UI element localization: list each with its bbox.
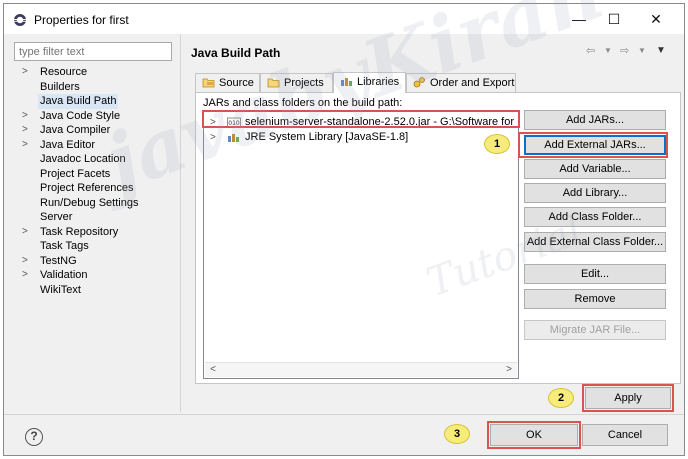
expand-arrow-icon[interactable]: > [22,138,32,153]
callout-step-1: 1 [484,134,510,154]
expand-arrow-icon[interactable]: > [22,268,32,283]
tree-item[interactable]: Project Facets [14,167,179,182]
migrate-jar-button: Migrate JAR File... [524,320,666,340]
expand-arrow-icon[interactable]: > [210,130,216,145]
expand-arrow-icon[interactable]: > [22,65,32,80]
properties-dialog: Properties for first — ☐ ✕ > Resource Buil… [3,0,685,456]
libraries-list[interactable]: > 010 selenium-server-standalone-2.52.0.… [203,111,519,379]
tree-item-label: Java Editor [40,138,96,151]
help-icon[interactable]: ? [25,428,43,446]
tree-item-label: Validation [40,269,88,281]
minimize-button[interactable]: — [564,8,594,30]
scroll-left-icon[interactable]: < [206,363,220,377]
tree-item[interactable]: > TestNG [14,254,179,269]
order-export-icon [413,77,425,88]
jar-file-icon: 010 [227,117,241,128]
scroll-right-icon[interactable]: > [502,363,516,377]
tab-projects[interactable]: Projects [260,73,333,92]
callout-step-3: 3 [444,424,470,444]
close-button[interactable]: ✕ [641,8,671,30]
tree-item-label: Resource [40,66,88,78]
properties-tree: > Resource Builders Java Build Path > Java Co… [14,65,179,297]
horizontal-scrollbar[interactable]: < > [205,362,517,377]
tree-item[interactable]: > Java Code Style [14,109,179,124]
forward-arrow-icon[interactable]: ⇨ [620,44,629,57]
tab-libraries[interactable]: Libraries [333,72,406,93]
tree-item-label: Java Code Style [40,109,121,122]
projects-folder-icon [267,78,280,88]
tree-item-label: Builders [40,80,80,93]
tree-item[interactable]: Builders [14,80,179,95]
add-jars-button[interactable]: Add JARs... [524,110,666,130]
tree-item[interactable]: > Task Repository [14,225,179,240]
back-arrow-icon[interactable]: ⇦ [586,44,595,57]
remove-button[interactable]: Remove [524,289,666,309]
tree-item-label: Server [40,211,73,223]
expand-arrow-icon[interactable]: > [22,254,32,269]
maximize-button[interactable]: ☐ [599,8,629,30]
build-path-label: JARs and class folders on the build path… [203,97,403,109]
expand-arrow-icon[interactable]: > [22,109,32,124]
tree-item-label: WikiText [40,283,81,296]
tree-item[interactable]: Java Build Path [14,94,179,109]
tree-item-label: Javadoc Location [40,153,126,165]
tree-item-label: Java Build Path [38,94,119,109]
tree-item-label: Task Repository [40,225,119,238]
ok-button[interactable]: OK [490,424,578,446]
library-icon [228,134,239,142]
add-library-button[interactable]: Add Library... [524,183,666,203]
forward-dropdown-icon[interactable]: ▼ [638,46,646,55]
back-dropdown-icon[interactable]: ▼ [604,46,612,55]
window-title: Properties for first [34,13,129,27]
list-item-jre-library[interactable]: > JRE System Library [JavaSE-1.8] [205,130,517,145]
footer-divider [4,414,684,415]
add-variable-button[interactable]: Add Variable... [524,159,666,179]
add-external-class-folder-button[interactable]: Add External Class Folder... [524,232,666,252]
svg-text:010: 010 [228,120,240,127]
filter-input[interactable] [14,42,172,61]
tree-item-label: TestNG [40,254,77,267]
tab-source[interactable]: Source [195,73,260,92]
tree-item[interactable]: Javadoc Location [14,152,179,167]
expand-arrow-icon[interactable]: > [210,115,216,130]
eclipse-icon [14,14,26,26]
page-navigation: ⇦ ▼ ⇨ ▼ ▼ [586,44,676,58]
callout-step-2: 2 [548,388,574,408]
apply-button[interactable]: Apply [585,387,671,409]
tree-item[interactable]: WikiText [14,283,179,298]
tree-item-label: Task Tags [40,240,89,252]
tree-item[interactable]: > Java Editor [14,138,179,153]
add-external-jars-button[interactable]: Add External JARs... [524,135,666,155]
cancel-button[interactable]: Cancel [582,424,668,446]
tree-item[interactable]: Task Tags [14,239,179,254]
tree-item-label: Java Compiler [40,124,111,136]
tree-item[interactable]: > Java Compiler [14,123,179,138]
tree-item[interactable]: Project References [14,181,179,196]
tree-item[interactable]: Server [14,210,179,225]
tree-item-label: Run/Debug Settings [40,196,139,209]
tree-item-label: Project Facets [40,167,111,180]
edit-button[interactable]: Edit... [524,264,666,284]
add-class-folder-button[interactable]: Add Class Folder... [524,207,666,227]
tree-item[interactable]: > Resource [14,65,179,80]
libraries-icon [341,78,352,86]
view-menu-icon[interactable]: ▼ [656,45,666,56]
page-title: Java Build Path [191,46,281,60]
title-bar: Properties for first — ☐ ✕ [4,4,684,34]
expand-arrow-icon[interactable]: > [22,225,32,240]
tree-item[interactable]: Run/Debug Settings [14,196,179,211]
expand-arrow-icon[interactable]: > [22,123,32,138]
tree-item[interactable]: > Validation [14,268,179,283]
sash-divider[interactable] [180,34,181,412]
source-folder-icon [202,78,215,88]
tree-item-label: Project References [40,182,134,194]
list-item-selenium-jar[interactable]: > 010 selenium-server-standalone-2.52.0.… [205,115,517,130]
tab-order-export[interactable]: Order and Export [406,73,516,92]
